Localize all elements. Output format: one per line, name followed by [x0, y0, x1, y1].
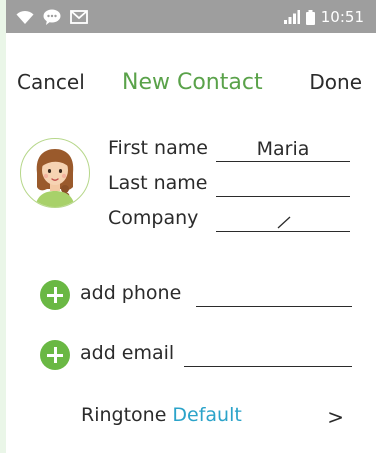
battery-icon: [305, 9, 315, 25]
add-email-input-line[interactable]: [184, 366, 352, 367]
text-cursor-icon: [277, 216, 291, 229]
first-name-input[interactable]: [216, 137, 350, 162]
company-label: Company: [108, 207, 199, 229]
last-name-label: Last name: [108, 172, 208, 194]
ringtone-value[interactable]: Default: [172, 404, 241, 426]
add-email-label: add email: [80, 342, 175, 364]
ringtone-label: Ringtone: [81, 404, 167, 426]
chevron-right-icon[interactable]: >: [327, 405, 344, 429]
done-button[interactable]: Done: [309, 70, 362, 94]
add-email-row[interactable]: add email: [40, 339, 352, 371]
wifi-icon: [16, 10, 34, 24]
avatar-woman-icon: [35, 149, 75, 207]
ringtone-row[interactable]: Ringtone Default: [81, 404, 242, 426]
contact-avatar[interactable]: [20, 138, 90, 208]
signal-icon: [283, 10, 300, 24]
company-row: Company: [108, 207, 358, 233]
last-name-input[interactable]: [216, 172, 350, 197]
page-title: New Contact: [122, 70, 263, 95]
mail-icon: [70, 10, 88, 24]
first-name-row: First name: [108, 137, 358, 163]
status-time: 10:51: [320, 8, 364, 26]
add-phone-row[interactable]: add phone: [40, 279, 352, 311]
add-phone-input-line[interactable]: [196, 306, 352, 307]
nav-bar: Cancel New Contact Done: [0, 64, 376, 100]
last-name-row: Last name: [108, 172, 358, 198]
add-phone-label: add phone: [80, 282, 182, 304]
first-name-label: First name: [108, 137, 208, 159]
chat-bubble-icon: [43, 9, 61, 25]
plus-circle-icon[interactable]: [40, 340, 70, 370]
status-bar: 10:51: [6, 0, 376, 33]
cancel-button[interactable]: Cancel: [17, 70, 85, 94]
plus-circle-icon[interactable]: [40, 280, 70, 310]
